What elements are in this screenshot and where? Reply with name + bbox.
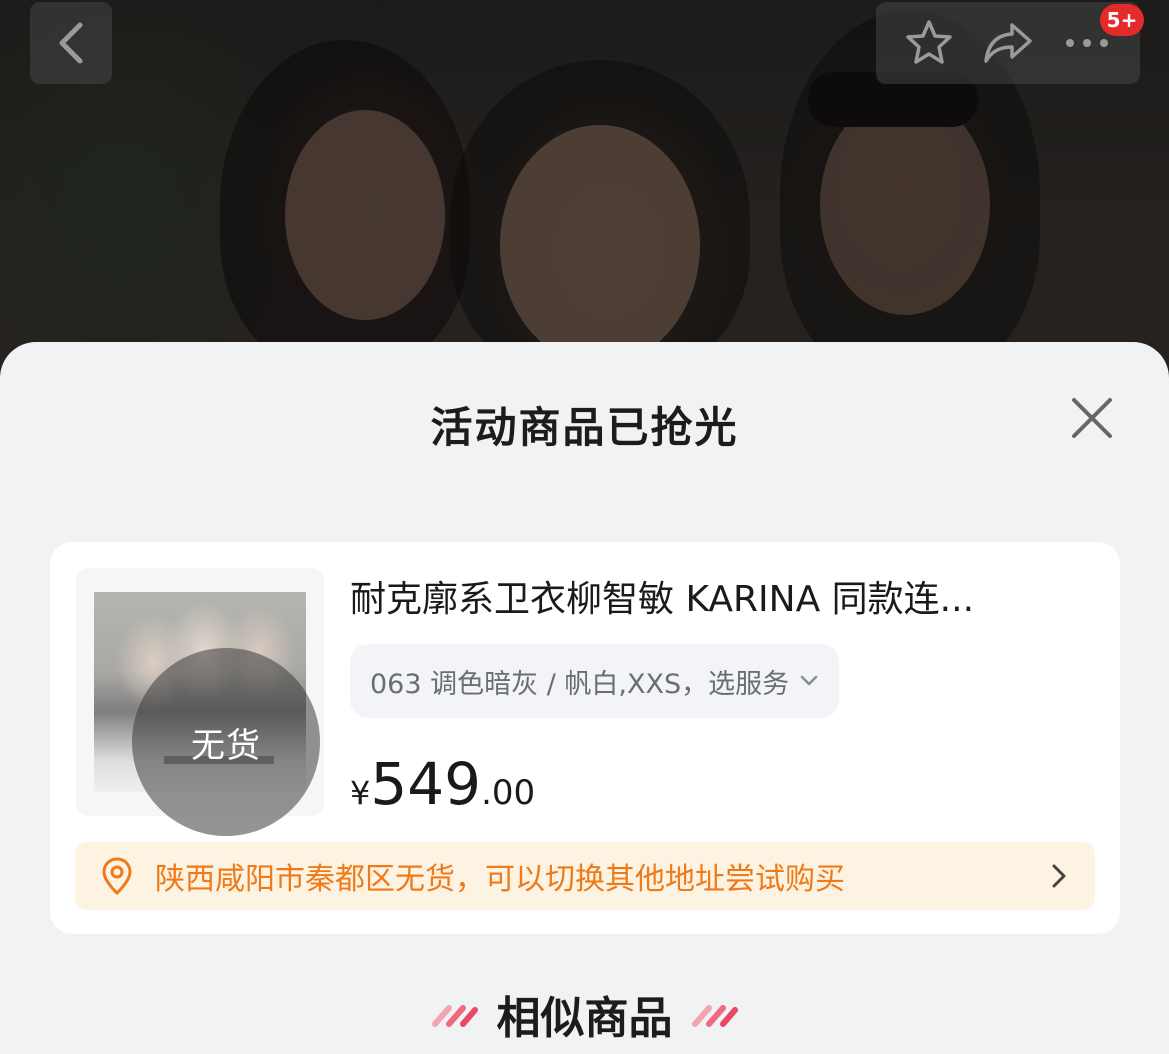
- out-of-stock-label: 无货: [191, 725, 261, 766]
- out-of-stock-overlay: 无货: [132, 648, 320, 836]
- product-thumbnail[interactable]: 无货: [76, 568, 324, 836]
- product-page: 5+ 活动商品已抢光 无货 耐克廓系卫衣柳智敏 KARINA 同款连... 06…: [0, 0, 1169, 1054]
- decor-slashes-right-icon: [691, 1005, 738, 1027]
- close-button[interactable]: [1066, 392, 1118, 444]
- back-arrow-icon: [59, 22, 83, 64]
- sku-selection-text: 063 调色暗灰 / 帆白,XXS，选服务: [370, 668, 790, 700]
- sheet-title: 活动商品已抢光: [430, 403, 739, 452]
- favorite-button[interactable]: [899, 13, 959, 73]
- star-icon: [906, 20, 953, 64]
- product-card[interactable]: 无货 耐克廓系卫衣柳智敏 KARINA 同款连... 063 调色暗灰 / 帆白…: [50, 542, 1120, 934]
- close-icon: [1072, 398, 1112, 438]
- decor-slashes-left-icon: [431, 1005, 478, 1027]
- more-dots-icon: [1065, 39, 1108, 47]
- back-button[interactable]: [30, 2, 112, 84]
- price-integer: 549: [370, 750, 482, 818]
- product-title[interactable]: 耐克廓系卫衣柳智敏 KARINA 同款连...: [350, 570, 1090, 622]
- price-decimal: .00: [481, 773, 536, 813]
- chevron-right-icon: [1052, 864, 1066, 888]
- chevron-down-icon: [800, 675, 818, 686]
- price-currency: ¥: [350, 774, 371, 812]
- address-notice-text: 陕西咸阳市秦都区无货，可以切换其他地址尝试购买: [155, 862, 845, 897]
- share-icon: [984, 23, 1032, 63]
- location-pin-icon: [102, 857, 132, 896]
- cart-count-badge: 5+: [1100, 4, 1144, 36]
- similar-products-title: 相似商品: [496, 993, 673, 1044]
- sku-selector[interactable]: 063 调色暗灰 / 帆白,XXS，选服务: [350, 644, 840, 718]
- similar-products-header: 相似商品: [0, 982, 1169, 1046]
- product-price: ¥549.00: [350, 750, 535, 818]
- sold-out-sheet: 活动商品已抢光 无货 耐克廓系卫衣柳智敏 KARINA 同款连... 063 调…: [0, 342, 1169, 1054]
- address-notice[interactable]: 陕西咸阳市秦都区无货，可以切换其他地址尝试购买: [75, 842, 1095, 910]
- share-button[interactable]: [978, 13, 1038, 73]
